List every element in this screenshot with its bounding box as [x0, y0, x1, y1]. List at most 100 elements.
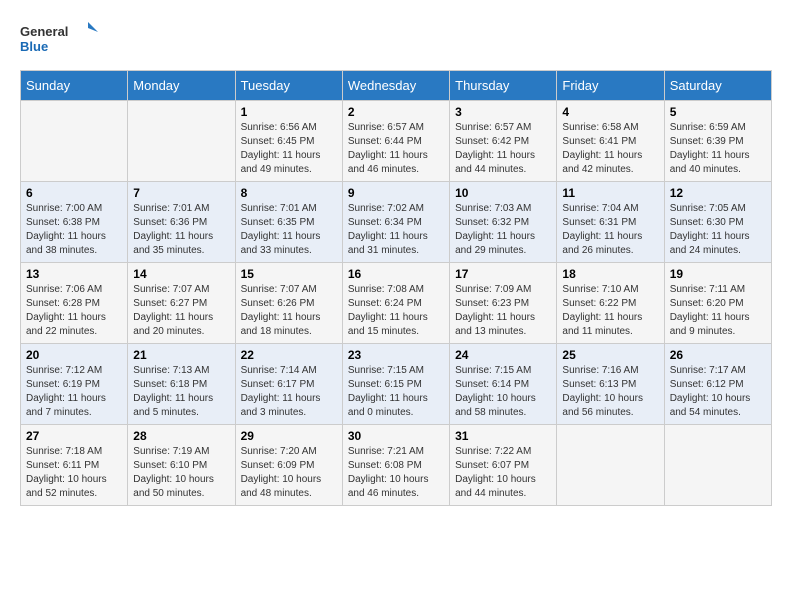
day-info: Sunrise: 6:59 AM Sunset: 6:39 PM Dayligh… — [670, 121, 766, 177]
day-info: Sunrise: 7:07 AM Sunset: 6:27 PM Dayligh… — [133, 283, 229, 339]
day-number: 10 — [455, 186, 551, 200]
day-info: Sunrise: 7:10 AM Sunset: 6:22 PM Dayligh… — [562, 283, 658, 339]
calendar-table: SundayMondayTuesdayWednesdayThursdayFrid… — [20, 70, 772, 506]
day-info: Sunrise: 6:56 AM Sunset: 6:45 PM Dayligh… — [241, 121, 337, 177]
day-info: Sunrise: 7:01 AM Sunset: 6:35 PM Dayligh… — [241, 202, 337, 258]
day-number: 12 — [670, 186, 766, 200]
day-info: Sunrise: 6:58 AM Sunset: 6:41 PM Dayligh… — [562, 121, 658, 177]
day-info: Sunrise: 7:15 AM Sunset: 6:14 PM Dayligh… — [455, 364, 551, 420]
day-cell: 21 Sunrise: 7:13 AM Sunset: 6:18 PM Dayli… — [128, 344, 235, 425]
day-cell: 6 Sunrise: 7:00 AM Sunset: 6:38 PM Daylig… — [21, 182, 128, 263]
day-cell: 18 Sunrise: 7:10 AM Sunset: 6:22 PM Dayli… — [557, 263, 664, 344]
day-number: 21 — [133, 348, 229, 362]
day-cell: 30 Sunrise: 7:21 AM Sunset: 6:08 PM Dayli… — [342, 425, 449, 506]
day-cell: 26 Sunrise: 7:17 AM Sunset: 6:12 PM Dayli… — [664, 344, 771, 425]
day-number: 11 — [562, 186, 658, 200]
day-number: 5 — [670, 105, 766, 119]
day-number: 6 — [26, 186, 122, 200]
day-info: Sunrise: 7:09 AM Sunset: 6:23 PM Dayligh… — [455, 283, 551, 339]
day-cell: 25Sunrise: 7:16 AM Sunset: 6:13 PM Dayli… — [557, 344, 664, 425]
day-number: 30 — [348, 429, 444, 443]
day-cell: 11 Sunrise: 7:04 AM Sunset: 6:31 PM Dayli… — [557, 182, 664, 263]
day-number: 28 — [133, 429, 229, 443]
logo-svg: General Blue — [20, 20, 100, 60]
day-number: 15 — [241, 267, 337, 281]
day-number: 23 — [348, 348, 444, 362]
day-number: 17 — [455, 267, 551, 281]
day-cell — [664, 425, 771, 506]
day-number: 24 — [455, 348, 551, 362]
day-number: 29 — [241, 429, 337, 443]
header-saturday: Saturday — [664, 71, 771, 101]
day-info: Sunrise: 7:13 AM Sunset: 6:18 PM Dayligh… — [133, 364, 229, 420]
day-info: Sunrise: 7:15 AM Sunset: 6:15 PM Dayligh… — [348, 364, 444, 420]
day-info: Sunrise: 7:07 AM Sunset: 6:26 PM Dayligh… — [241, 283, 337, 339]
day-cell: 16Sunrise: 7:08 AM Sunset: 6:24 PM Dayli… — [342, 263, 449, 344]
week-row-2: 6 Sunrise: 7:00 AM Sunset: 6:38 PM Daylig… — [21, 182, 772, 263]
day-number: 8 — [241, 186, 337, 200]
day-info: Sunrise: 7:20 AM Sunset: 6:09 PM Dayligh… — [241, 445, 337, 501]
svg-text:Blue: Blue — [20, 39, 48, 54]
day-info: Sunrise: 7:00 AM Sunset: 6:38 PM Dayligh… — [26, 202, 122, 258]
day-info: Sunrise: 7:22 AM Sunset: 6:07 PM Dayligh… — [455, 445, 551, 501]
day-cell — [557, 425, 664, 506]
day-number: 1 — [241, 105, 337, 119]
svg-text:General: General — [20, 24, 68, 39]
day-number: 4 — [562, 105, 658, 119]
week-row-1: 1 Sunrise: 6:56 AM Sunset: 6:45 PM Daylig… — [21, 101, 772, 182]
day-cell: 22 Sunrise: 7:14 AM Sunset: 6:17 PM Dayli… — [235, 344, 342, 425]
day-cell: 13Sunrise: 7:06 AM Sunset: 6:28 PM Dayli… — [21, 263, 128, 344]
day-number: 7 — [133, 186, 229, 200]
day-cell — [128, 101, 235, 182]
day-info: Sunrise: 7:14 AM Sunset: 6:17 PM Dayligh… — [241, 364, 337, 420]
day-info: Sunrise: 7:19 AM Sunset: 6:10 PM Dayligh… — [133, 445, 229, 501]
day-number: 2 — [348, 105, 444, 119]
day-number: 22 — [241, 348, 337, 362]
day-info: Sunrise: 7:21 AM Sunset: 6:08 PM Dayligh… — [348, 445, 444, 501]
day-info: Sunrise: 7:02 AM Sunset: 6:34 PM Dayligh… — [348, 202, 444, 258]
day-number: 26 — [670, 348, 766, 362]
day-info: Sunrise: 6:57 AM Sunset: 6:44 PM Dayligh… — [348, 121, 444, 177]
day-cell: 17 Sunrise: 7:09 AM Sunset: 6:23 PM Dayli… — [450, 263, 557, 344]
header-sunday: Sunday — [21, 71, 128, 101]
week-row-3: 13Sunrise: 7:06 AM Sunset: 6:28 PM Dayli… — [21, 263, 772, 344]
day-cell: 1 Sunrise: 6:56 AM Sunset: 6:45 PM Daylig… — [235, 101, 342, 182]
day-cell: 10 Sunrise: 7:03 AM Sunset: 6:32 PM Dayli… — [450, 182, 557, 263]
day-cell: 31 Sunrise: 7:22 AM Sunset: 6:07 PM Dayli… — [450, 425, 557, 506]
day-info: Sunrise: 7:06 AM Sunset: 6:28 PM Dayligh… — [26, 283, 122, 339]
day-cell: 15 Sunrise: 7:07 AM Sunset: 6:26 PM Dayli… — [235, 263, 342, 344]
day-number: 20 — [26, 348, 122, 362]
day-cell: 28 Sunrise: 7:19 AM Sunset: 6:10 PM Dayli… — [128, 425, 235, 506]
day-cell: 27 Sunrise: 7:18 AM Sunset: 6:11 PM Dayli… — [21, 425, 128, 506]
day-cell: 3Sunrise: 6:57 AM Sunset: 6:42 PM Daylig… — [450, 101, 557, 182]
day-info: Sunrise: 7:18 AM Sunset: 6:11 PM Dayligh… — [26, 445, 122, 501]
day-number: 19 — [670, 267, 766, 281]
day-cell — [21, 101, 128, 182]
page-header: General Blue — [20, 20, 772, 60]
day-info: Sunrise: 7:11 AM Sunset: 6:20 PM Dayligh… — [670, 283, 766, 339]
header-wednesday: Wednesday — [342, 71, 449, 101]
day-number: 27 — [26, 429, 122, 443]
day-info: Sunrise: 7:17 AM Sunset: 6:12 PM Dayligh… — [670, 364, 766, 420]
day-info: Sunrise: 7:16 AM Sunset: 6:13 PM Dayligh… — [562, 364, 658, 420]
day-cell: 7 Sunrise: 7:01 AM Sunset: 6:36 PM Daylig… — [128, 182, 235, 263]
day-info: Sunrise: 6:57 AM Sunset: 6:42 PM Dayligh… — [455, 121, 551, 177]
day-cell: 4 Sunrise: 6:58 AM Sunset: 6:41 PM Daylig… — [557, 101, 664, 182]
day-number: 14 — [133, 267, 229, 281]
day-cell: 8 Sunrise: 7:01 AM Sunset: 6:35 PM Daylig… — [235, 182, 342, 263]
day-number: 9 — [348, 186, 444, 200]
header-monday: Monday — [128, 71, 235, 101]
day-cell: 14 Sunrise: 7:07 AM Sunset: 6:27 PM Dayli… — [128, 263, 235, 344]
day-number: 31 — [455, 429, 551, 443]
day-info: Sunrise: 7:03 AM Sunset: 6:32 PM Dayligh… — [455, 202, 551, 258]
day-info: Sunrise: 7:08 AM Sunset: 6:24 PM Dayligh… — [348, 283, 444, 339]
day-cell: 2 Sunrise: 6:57 AM Sunset: 6:44 PM Daylig… — [342, 101, 449, 182]
logo: General Blue — [20, 20, 100, 60]
day-info: Sunrise: 7:01 AM Sunset: 6:36 PM Dayligh… — [133, 202, 229, 258]
week-row-5: 27 Sunrise: 7:18 AM Sunset: 6:11 PM Dayli… — [21, 425, 772, 506]
header-thursday: Thursday — [450, 71, 557, 101]
day-number: 18 — [562, 267, 658, 281]
day-info: Sunrise: 7:05 AM Sunset: 6:30 PM Dayligh… — [670, 202, 766, 258]
day-cell: 24 Sunrise: 7:15 AM Sunset: 6:14 PM Dayli… — [450, 344, 557, 425]
day-info: Sunrise: 7:04 AM Sunset: 6:31 PM Dayligh… — [562, 202, 658, 258]
